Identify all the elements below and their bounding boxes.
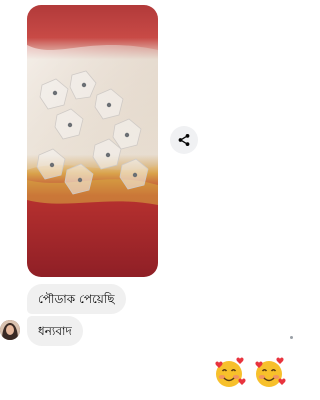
avatar-photo [0,320,20,340]
message-bubble[interactable]: পৌডাক পেয়েছি [27,284,126,314]
message-bubble[interactable]: ধন্যবাদ [27,316,83,346]
smiling-face-with-hearts-icon[interactable] [212,356,246,390]
avatar[interactable] [0,320,20,340]
seen-indicator [290,336,293,339]
share-icon [178,134,190,146]
emoji-reaction-row [212,356,286,390]
product-photo [27,5,158,277]
photo-message[interactable] [27,5,158,277]
smiling-face-with-hearts-icon[interactable] [252,356,286,390]
share-button[interactable] [170,126,198,154]
